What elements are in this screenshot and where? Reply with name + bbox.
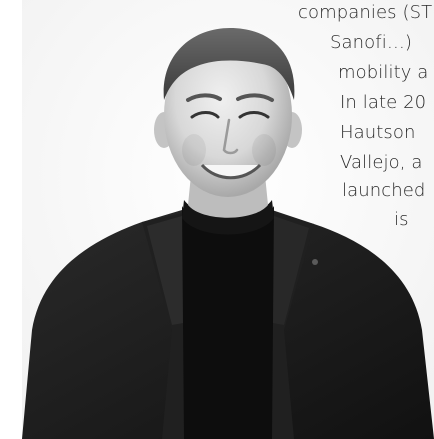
bio-line: is [394, 209, 409, 230]
page: companies (ST Sanofi…) mobility a In lat… [0, 0, 434, 439]
bio-line: companies (ST [298, 2, 433, 23]
bio-line: In late 20 [340, 92, 427, 113]
bio-line: mobility a [338, 62, 429, 83]
bio-text: companies (ST Sanofi…) mobility a In lat… [0, 0, 434, 439]
bio-line: launched [342, 180, 426, 201]
bio-line: Hautson [340, 122, 416, 143]
bio-line: Vallejo, a [340, 152, 423, 173]
bio-line: Sanofi…) [330, 32, 413, 53]
